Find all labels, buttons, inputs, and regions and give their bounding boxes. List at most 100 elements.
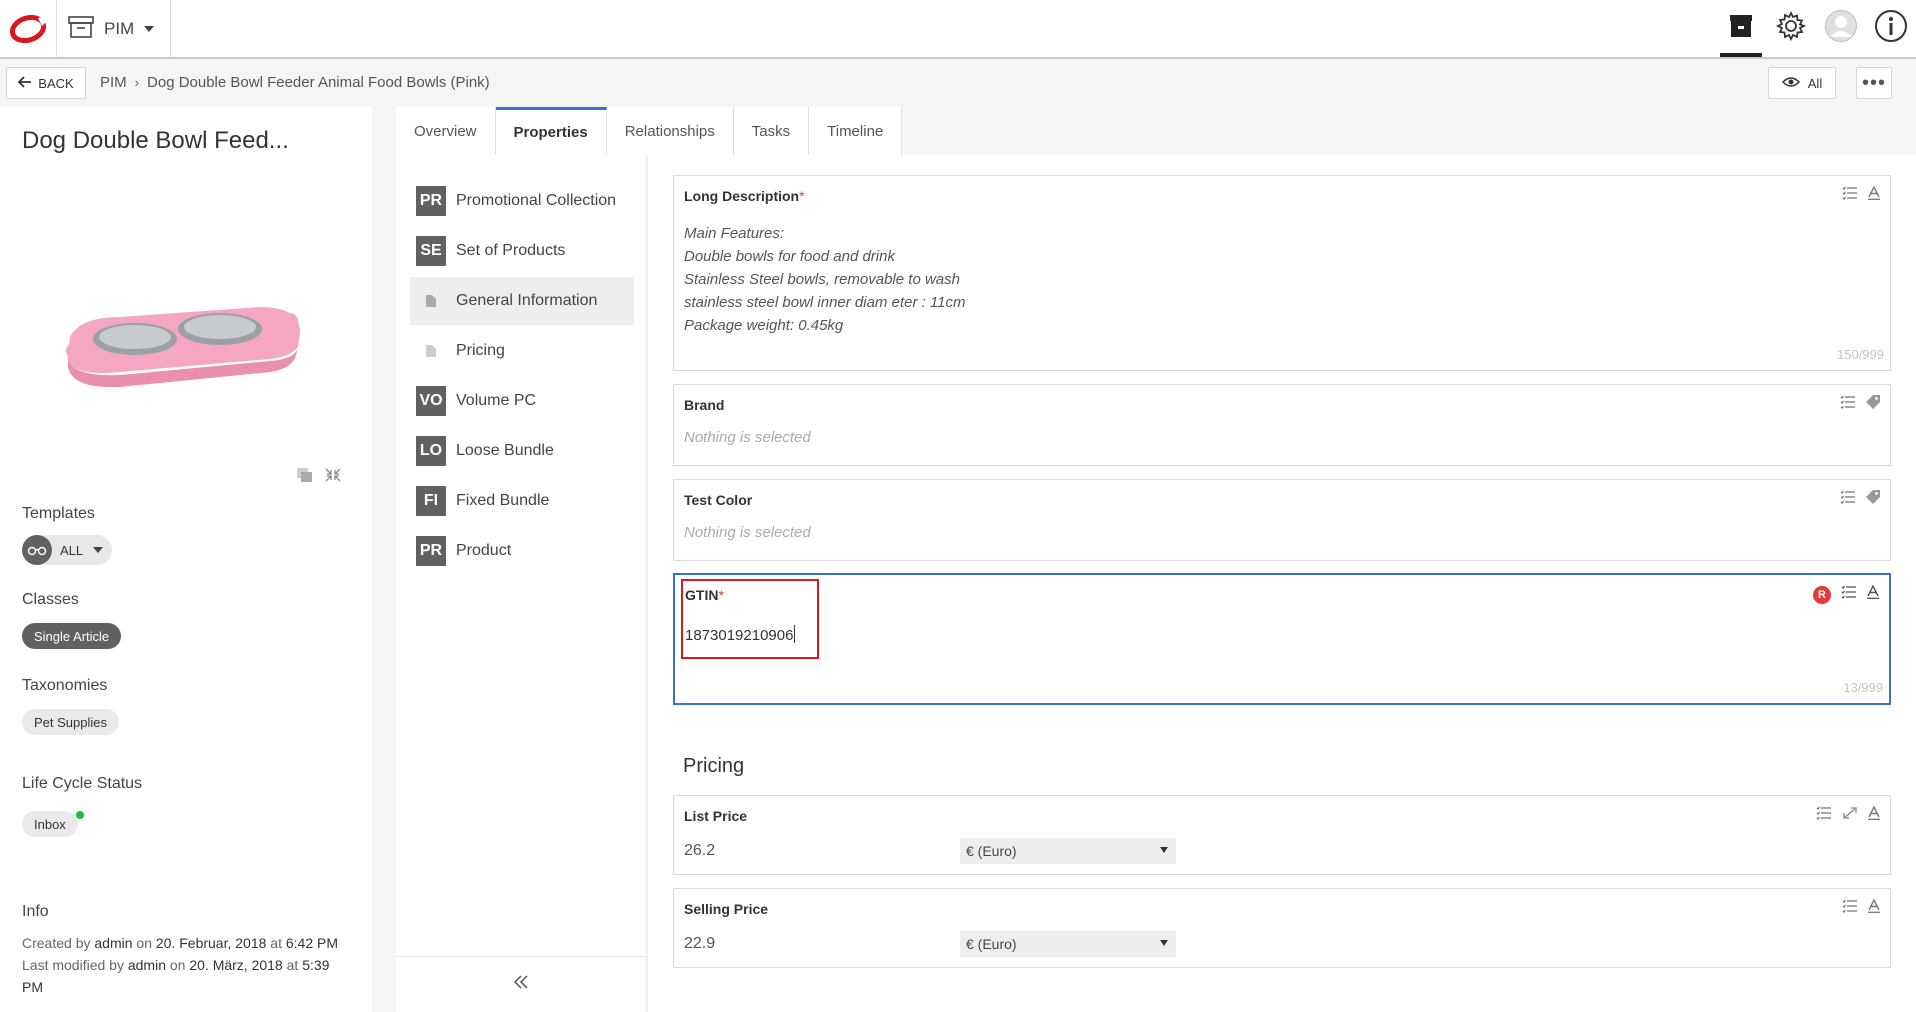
checklist-icon[interactable] [1842,186,1858,205]
checklist-icon[interactable] [1841,585,1857,604]
product-summary-panel: Dog Double Bowl Feed... Templates ALL Cl… [0,107,372,1012]
list-price-value[interactable]: 26.2 [684,842,715,860]
list-price-field[interactable]: List Price 26.2 € (Euro) [673,795,1891,875]
description-line: stainless steel bowl inner diam eter : 1… [684,294,966,311]
field-actions [1840,395,1880,414]
text-format-icon[interactable] [1867,584,1879,604]
double-chevron-left-icon [513,974,529,995]
taxonomy-chip[interactable]: Pet Supplies [22,709,119,735]
field-actions: R [1813,584,1879,604]
tab-properties[interactable]: Properties [495,107,607,155]
text-format-icon[interactable] [1868,898,1880,918]
test-color-field[interactable]: Test Color Nothing is selected [673,479,1891,561]
eye-icon [1781,76,1800,91]
product-image[interactable] [60,277,310,517]
lifecycle-label: Life Cycle Status [22,775,143,792]
long-description-text[interactable]: Main Features: Double bowls for food and… [684,222,966,337]
back-button[interactable]: BACK [6,67,86,99]
description-line: Package weight: 0.45kg [684,317,844,334]
checklist-icon[interactable] [1840,395,1856,414]
text-format-icon[interactable] [1868,185,1880,205]
view-filter-label: All [1807,75,1823,91]
nav-item-promotional-collection[interactable]: PR Promotional Collection [410,177,634,225]
nav-item-product[interactable]: PR Product [410,527,634,575]
tab-overview[interactable]: Overview [396,107,496,155]
created-at-word: at [270,935,282,951]
test-color-label: Test Color [684,492,753,508]
tag-icon[interactable] [1866,490,1880,509]
text-format-icon[interactable] [1868,805,1880,825]
tag-icon[interactable] [1866,395,1880,414]
collapse-panel-button[interactable] [396,956,646,1012]
inbox-box-button[interactable] [1716,0,1766,57]
description-line: Main Features: [684,225,785,242]
selling-price-currency-select[interactable]: € (Euro) [960,931,1176,957]
gtin-value: 1873019210906 [685,627,794,644]
modified-date: 20. März, 2018 [189,957,283,973]
nav-label: Fixed Bundle [456,492,550,509]
modified-by-user[interactable]: admin [128,957,166,973]
character-counter: 150/999 [1837,347,1884,362]
checklist-icon[interactable] [1816,806,1832,825]
user-account-button[interactable] [1816,0,1866,57]
more-dots-icon: ••• [1861,71,1886,94]
expand-arrows-icon[interactable] [1842,806,1858,825]
test-color-placeholder: Nothing is selected [684,524,811,541]
collapse-arrows-icon[interactable] [324,467,342,488]
settings-button[interactable] [1766,0,1816,57]
view-filter-button[interactable]: All [1768,67,1836,99]
templates-selector[interactable]: ALL [22,535,112,565]
checklist-icon[interactable] [1840,490,1856,509]
lifecycle-status-badge[interactable]: Inbox [22,811,78,837]
nav-badge: SE [416,236,446,266]
brand-field[interactable]: Brand Nothing is selected [673,384,1891,466]
breadcrumb-item-pim[interactable]: PIM [100,74,127,91]
nav-item-general-information[interactable]: General Information [410,277,634,325]
text-cursor [794,625,796,643]
list-price-currency-select[interactable]: € (Euro) [960,838,1176,864]
image-gallery-icon[interactable] [296,467,314,488]
breadcrumb: PIM › Dog Double Bowl Feeder Animal Food… [100,74,490,91]
chevron-right-icon: › [134,75,140,90]
module-label: PIM [104,19,135,38]
company-logo[interactable] [8,12,52,46]
archive-box-icon [68,15,94,43]
tab-relationships[interactable]: Relationships [606,107,734,155]
required-r-badge[interactable]: R [1813,585,1831,604]
created-on-word: on [136,935,152,951]
gtin-label: GTIN [685,587,719,603]
brand-label: Brand [684,397,725,413]
gtin-field[interactable]: GTIN* R 1873019210906 13/999 [673,573,1891,705]
nav-item-fixed-bundle[interactable]: FI Fixed Bundle [410,477,634,525]
glasses-icon [22,535,52,565]
nav-badge: PR [416,186,446,216]
long-description-field[interactable]: Long Description* Main Features: Double … [673,175,1891,371]
nav-badge: PR [416,536,446,566]
field-actions [1842,185,1880,205]
dropdown-arrow-icon [1160,847,1168,853]
tab-timeline[interactable]: Timeline [809,107,903,155]
list-price-label: List Price [684,808,748,824]
checklist-icon[interactable] [1842,899,1858,918]
selling-price-field[interactable]: Selling Price 22.9 € (Euro) [673,888,1891,968]
nav-item-pricing[interactable]: Pricing [410,327,634,375]
info-icon [1874,9,1908,48]
nav-badge: FI [416,486,446,516]
nav-item-set-of-products[interactable]: SE Set of Products [410,227,634,275]
class-chip[interactable]: Single Article [22,623,122,649]
gtin-input[interactable]: 1873019210906 [685,625,796,644]
info-button[interactable] [1866,0,1916,57]
nav-item-volume-pc[interactable]: VO Volume PC [410,377,634,425]
tab-tasks[interactable]: Tasks [733,107,810,155]
more-options-button[interactable]: ••• [1856,67,1892,99]
product-title: Dog Double Bowl Feed... [22,127,289,154]
created-time: 6:42 PM [285,935,339,951]
module-switcher[interactable]: PIM [68,13,155,45]
selling-price-value[interactable]: 22.9 [684,935,715,953]
nav-item-loose-bundle[interactable]: LO Loose Bundle [410,427,634,475]
modified-prefix: Last modified by [22,957,124,973]
created-by-user[interactable]: admin [94,935,132,951]
top-bar: PIM [0,0,1916,59]
document-icon [416,336,446,366]
templates-label: Templates [22,505,95,522]
